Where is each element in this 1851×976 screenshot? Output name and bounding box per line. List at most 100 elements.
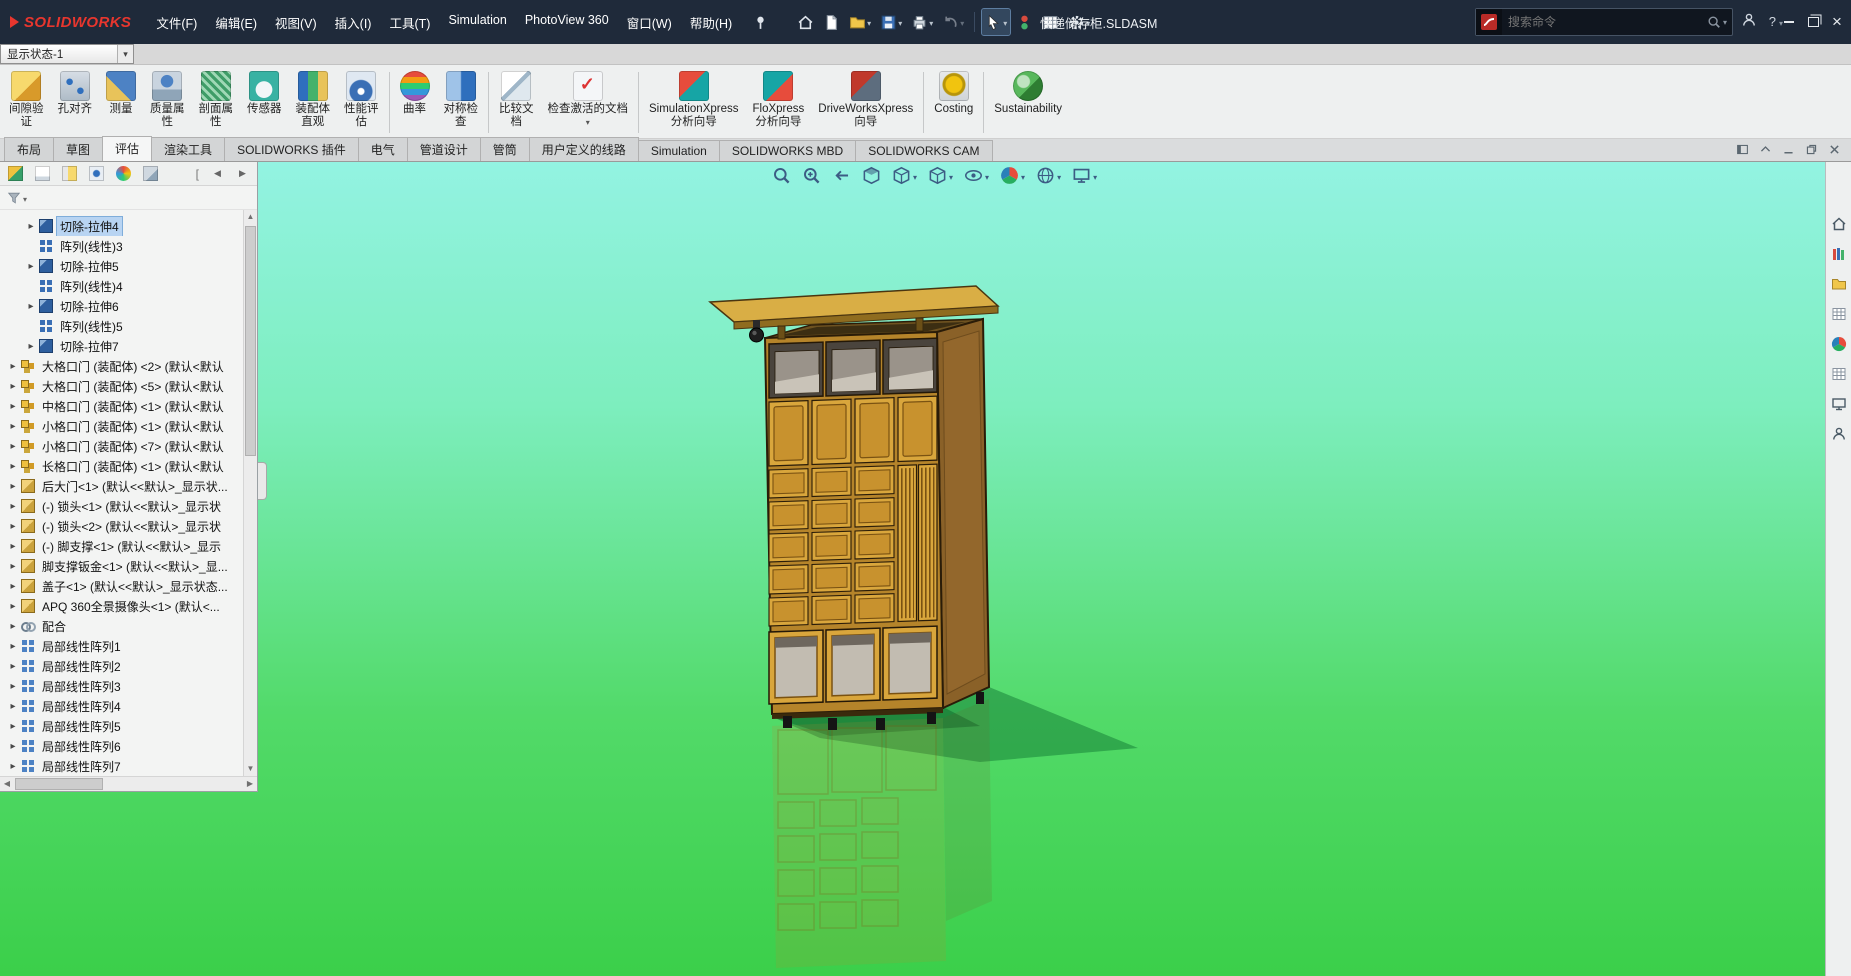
tab-sketch[interactable]: 草图 — [53, 137, 103, 161]
tree-item[interactable]: 阵列(线性)3 — [0, 236, 243, 256]
expand-arrow-icon[interactable] — [6, 761, 20, 772]
tab-tubing[interactable]: 管筒 — [480, 137, 530, 161]
restore-icon[interactable] — [1805, 143, 1818, 156]
expand-arrow-icon[interactable] — [6, 721, 20, 732]
expand-arrow-icon[interactable] — [6, 681, 20, 692]
menu-help[interactable]: 帮助(H) — [681, 8, 741, 37]
select-tool-button[interactable] — [982, 9, 1010, 35]
tab-user-defined-routes[interactable]: 用户定义的线路 — [529, 137, 639, 161]
scroll-right-icon[interactable] — [243, 777, 257, 791]
tree-item-mates[interactable]: 配合 — [0, 616, 243, 636]
propertymanager-tab-icon[interactable] — [35, 166, 50, 181]
tree-item[interactable]: 局部线性阵列5 — [0, 716, 243, 736]
save-button[interactable] — [877, 9, 905, 35]
expand-arrow-icon[interactable] — [6, 621, 20, 632]
ribbon-button-check-active-document[interactable]: 检查激活的文档 — [541, 67, 636, 138]
expand-arrow-icon[interactable] — [6, 561, 20, 572]
tree-horizontal-scrollbar[interactable] — [0, 776, 257, 791]
tree-item[interactable]: 局部线性阵列3 — [0, 676, 243, 696]
ribbon-button-section-properties[interactable]: 剖面属性 — [192, 67, 241, 138]
user-icon[interactable] — [1741, 12, 1757, 31]
expand-arrow-icon[interactable] — [6, 381, 20, 392]
tabs-scroll-left-icon[interactable] — [211, 168, 224, 179]
featuremanager-tab-icon[interactable] — [8, 166, 23, 181]
chevron-down-icon[interactable] — [1057, 169, 1061, 183]
undo-button[interactable] — [939, 9, 967, 35]
home-button[interactable] — [794, 9, 817, 35]
expand-arrow-icon[interactable] — [6, 501, 20, 512]
command-search-box[interactable] — [1475, 8, 1733, 36]
menu-insert[interactable]: 插入(I) — [326, 8, 381, 37]
parcel-locker-model[interactable] — [680, 256, 1160, 976]
graphics-viewport[interactable] — [0, 162, 1825, 976]
minimize-icon[interactable] — [1779, 0, 1799, 44]
tree-item[interactable]: 切除-拉伸4 — [0, 216, 243, 236]
expand-arrow-icon[interactable] — [6, 461, 20, 472]
expand-icon[interactable] — [1759, 143, 1772, 156]
tree-item[interactable]: 大格口门 (装配体) <2> (默认<默认 — [0, 356, 243, 376]
apply-scene-icon[interactable] — [1036, 166, 1061, 185]
menu-view[interactable]: 视图(V) — [266, 8, 326, 37]
view-palette-icon[interactable] — [1829, 304, 1849, 324]
ribbon-button-curvature[interactable]: 曲率 — [393, 67, 437, 138]
pin-menu-icon[interactable] — [749, 9, 772, 35]
tree-item[interactable]: (-) 脚支撑<1> (默认<<默认>_显示 — [0, 536, 243, 556]
close-icon[interactable] — [1828, 143, 1841, 156]
tree-item[interactable]: 大格口门 (装配体) <5> (默认<默认 — [0, 376, 243, 396]
maximize-icon[interactable] — [1803, 0, 1823, 44]
tab-solidworks-addins[interactable]: SOLIDWORKS 插件 — [224, 137, 359, 161]
display-state-dropdown[interactable]: 显示状态-1 — [0, 44, 134, 64]
search-icon[interactable] — [1707, 15, 1732, 29]
tabs-scroll-right-icon[interactable] — [236, 168, 249, 179]
edit-appearance-icon[interactable] — [1000, 166, 1025, 185]
menu-window[interactable]: 窗口(W) — [618, 8, 681, 37]
ribbon-button-measure[interactable]: 测量 — [99, 67, 143, 138]
close-icon[interactable] — [1827, 0, 1847, 44]
zoom-area-icon[interactable] — [802, 166, 821, 185]
tab-evaluate[interactable]: 评估 — [102, 136, 152, 161]
tree-item[interactable]: 后大门<1> (默认<<默认>_显示状... — [0, 476, 243, 496]
expand-arrow-icon[interactable] — [6, 741, 20, 752]
search-input[interactable] — [1502, 15, 1707, 29]
expand-arrow-icon[interactable] — [24, 301, 38, 312]
tab-piping[interactable]: 管道设计 — [407, 137, 481, 161]
menu-edit[interactable]: 编辑(E) — [206, 8, 266, 37]
ribbon-button-compare-documents[interactable]: 比较文档 — [492, 67, 541, 138]
panel-splitter-handle[interactable] — [258, 462, 267, 500]
chevron-down-icon[interactable] — [928, 15, 933, 29]
expand-arrow-icon[interactable] — [6, 701, 20, 712]
file-explorer-icon[interactable] — [1829, 274, 1849, 294]
chevron-down-icon[interactable] — [1093, 169, 1097, 183]
print-button[interactable] — [908, 9, 936, 35]
chevron-down-icon[interactable] — [913, 169, 917, 183]
tree-item[interactable]: 切除-拉伸7 — [0, 336, 243, 356]
chevron-down-icon[interactable] — [117, 45, 133, 63]
tree-item[interactable]: 阵列(线性)5 — [0, 316, 243, 336]
chevron-down-icon[interactable] — [897, 15, 902, 29]
rebuild-button[interactable] — [1013, 9, 1036, 35]
scroll-down-icon[interactable] — [244, 762, 257, 776]
menu-simulation[interactable]: Simulation — [439, 8, 515, 37]
chevron-down-icon[interactable] — [949, 169, 953, 183]
tree-item[interactable]: 局部线性阵列7 — [0, 756, 243, 776]
expand-arrow-icon[interactable] — [6, 421, 20, 432]
tab-solidworks-mbd[interactable]: SOLIDWORKS MBD — [719, 140, 856, 161]
ribbon-button-mass-properties[interactable]: 质量属性 — [143, 67, 192, 138]
design-library-icon[interactable] — [1829, 244, 1849, 264]
expand-arrow-icon[interactable] — [6, 481, 20, 492]
scrollbar-thumb[interactable] — [245, 226, 256, 456]
tree-item[interactable]: 小格口门 (装配体) <1> (默认<默认 — [0, 416, 243, 436]
tree-item[interactable]: 脚支撑钣金<1> (默认<<默认>_显... — [0, 556, 243, 576]
tab-solidworks-cam[interactable]: SOLIDWORKS CAM — [855, 140, 992, 161]
expand-arrow-icon[interactable] — [6, 521, 20, 532]
tree-filter-bar[interactable] — [0, 186, 257, 210]
tree-item[interactable]: (-) 锁头<1> (默认<<默认>_显示状 — [0, 496, 243, 516]
tree-item[interactable]: 中格口门 (装配体) <1> (默认<默认 — [0, 396, 243, 416]
dimxpertmanager-tab-icon[interactable] — [89, 166, 104, 181]
chevron-down-icon[interactable] — [1021, 169, 1025, 183]
chevron-down-icon[interactable] — [985, 169, 989, 183]
hide-show-items-icon[interactable] — [964, 166, 989, 185]
displaymanager-tab-icon[interactable] — [116, 166, 131, 181]
expand-arrow-icon[interactable] — [6, 401, 20, 412]
ribbon-button-simulationxpress[interactable]: SimulationXpress分析向导 — [642, 67, 745, 138]
